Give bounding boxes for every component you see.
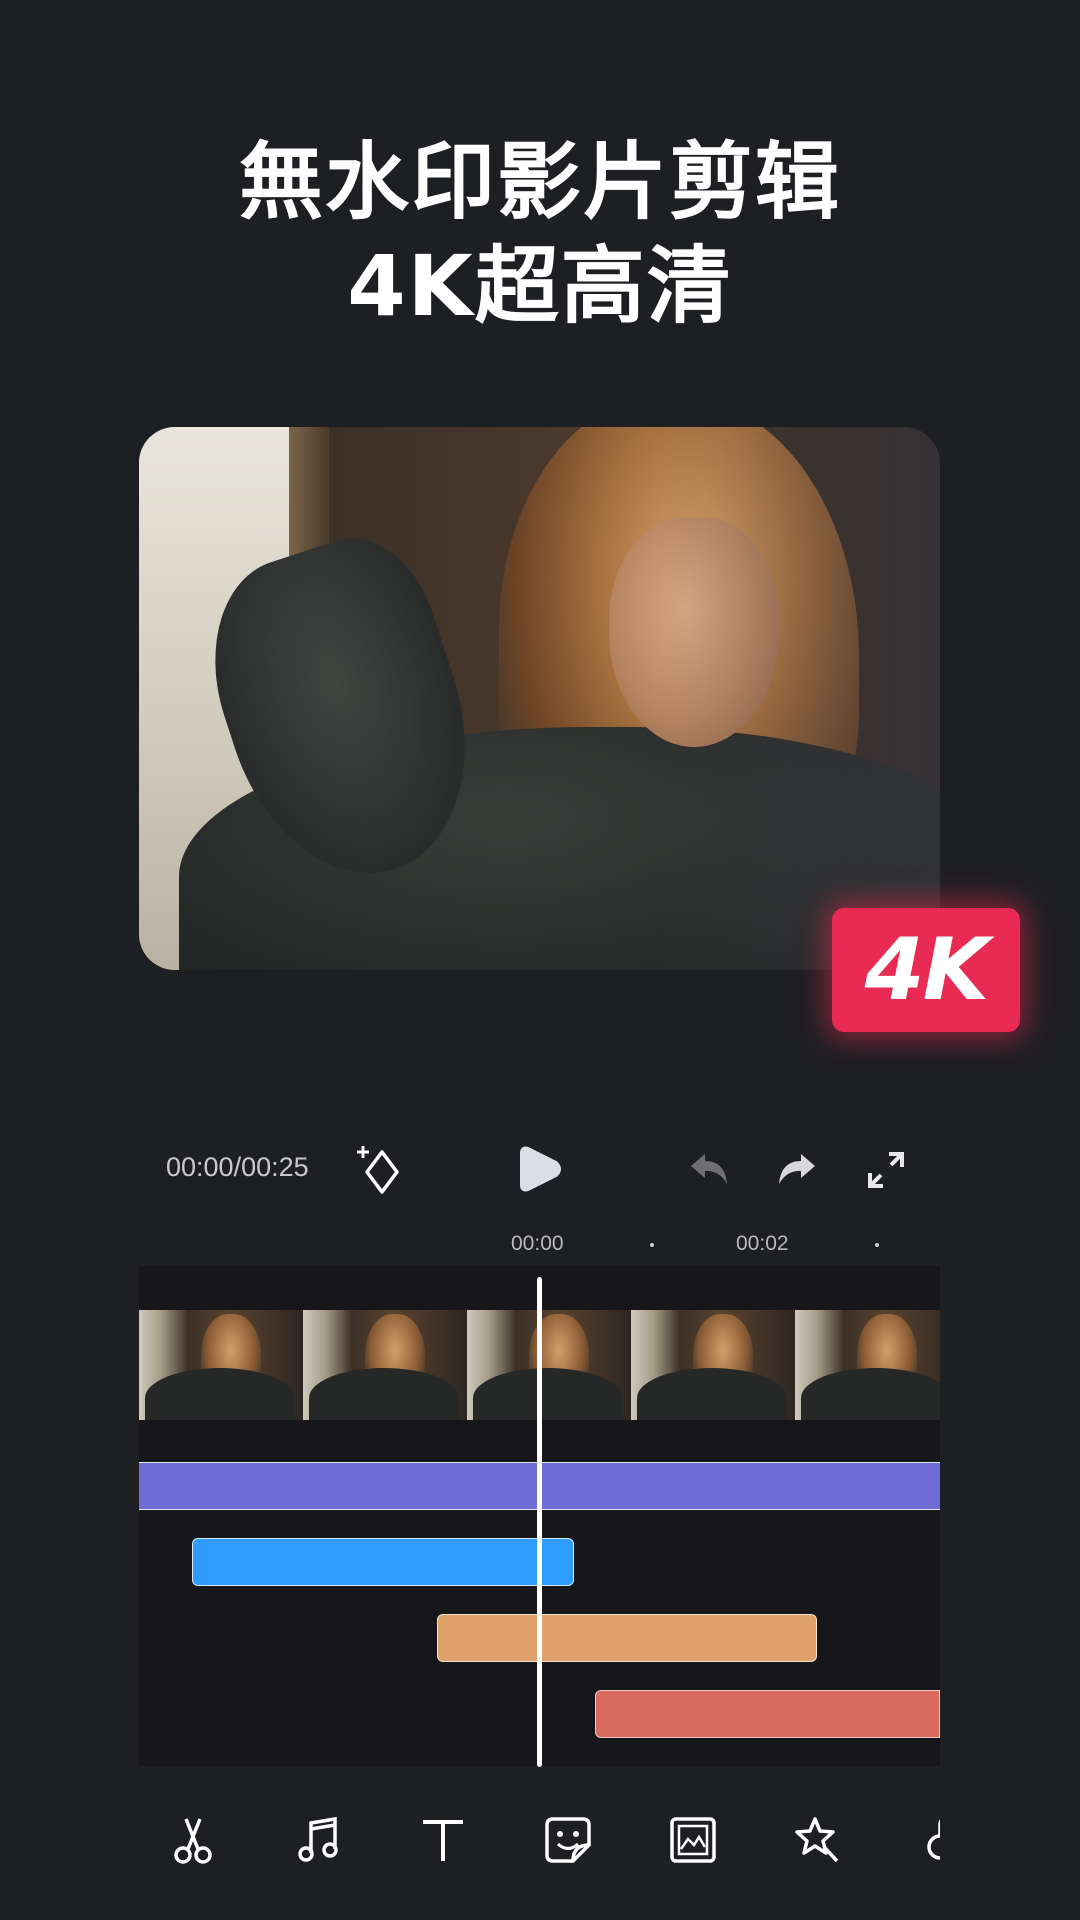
filmstrip-frame [139,1310,303,1420]
app-screen: 無水印影片剪辑 4K超高清 4K 00:00/00:25 00:00 00:02 [0,0,1080,1920]
sticker-icon[interactable] [540,1812,596,1868]
4k-badge: 4K [832,908,1020,1032]
filmstrip-frame [631,1310,795,1420]
image-icon[interactable] [665,1812,721,1868]
redo-icon [779,1154,815,1184]
ruler-dot [650,1243,654,1247]
text-icon[interactable] [415,1812,471,1868]
cut-icon[interactable] [165,1812,221,1868]
play-icon [520,1146,561,1192]
undo-icon [691,1154,727,1184]
video-preview[interactable] [139,427,940,970]
effects-icon[interactable] [790,1812,846,1868]
filmstrip-frame [467,1310,631,1420]
edit-toolbar [139,1790,940,1890]
undo-button[interactable] [688,1150,730,1188]
ruler-label: 00:00 [511,1232,564,1255]
effect-track-bar[interactable] [595,1690,940,1738]
add-keyframe-icon[interactable] [355,1140,407,1196]
ruler-label: 00:02 [736,1232,789,1255]
music-icon[interactable] [290,1812,346,1868]
text-track-bar[interactable] [437,1614,817,1662]
filmstrip-frame [303,1310,467,1420]
fullscreen-button[interactable] [866,1150,906,1190]
time-readout: 00:00/00:25 [166,1152,309,1182]
fullscreen-icon [868,1152,904,1188]
redo-button[interactable] [776,1150,818,1188]
playhead[interactable] [537,1277,542,1767]
headline-line-2: 4K超高清 [347,237,733,335]
promo-headline: 無水印影片剪辑 4K超高清 [0,130,1080,338]
filmstrip-frame [795,1310,940,1420]
music-track-bar[interactable] [192,1538,574,1586]
more-icon[interactable] [915,1812,940,1868]
ruler-dot [875,1243,879,1247]
play-button[interactable] [515,1144,563,1194]
headline-line-1: 無水印影片剪辑 [238,133,841,231]
